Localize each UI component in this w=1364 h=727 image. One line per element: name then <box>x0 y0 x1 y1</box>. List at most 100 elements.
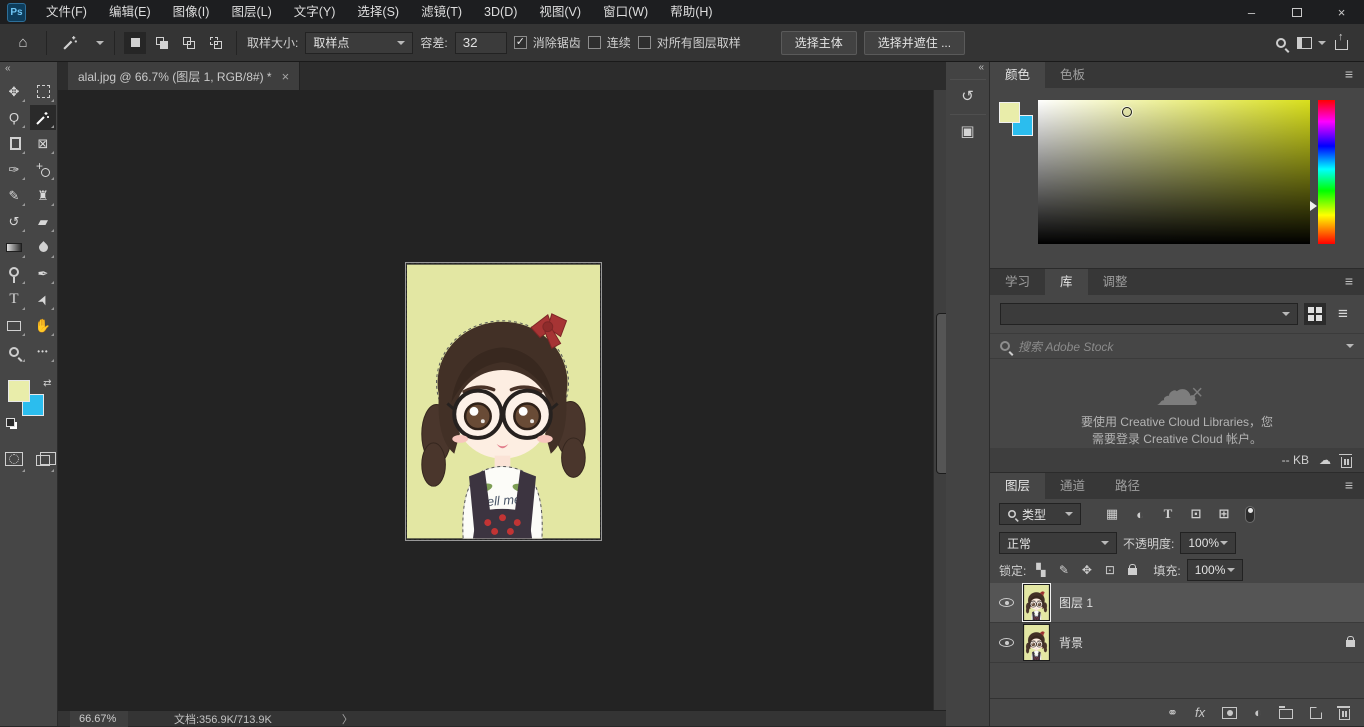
tab-swatches[interactable]: 色板 <box>1045 62 1100 88</box>
home-button[interactable]: ⌂ <box>10 30 36 56</box>
status-chevron-icon[interactable]: 〉 <box>342 711 353 727</box>
tab-layers[interactable]: 图层 <box>990 473 1045 499</box>
dock-collapse-button[interactable]: « <box>946 62 989 77</box>
list-view-button[interactable]: ≡ <box>1332 303 1354 325</box>
visibility-eye-icon[interactable] <box>999 598 1014 607</box>
menu-filter[interactable]: 滤镜(T) <box>410 0 473 24</box>
tool-preset-magic-wand-icon[interactable] <box>57 30 83 56</box>
layer-name[interactable]: 图层 1 <box>1059 594 1093 611</box>
tab-color[interactable]: 颜色 <box>990 62 1045 88</box>
layer-thumbnail[interactable] <box>1023 584 1050 621</box>
workspace-switcher[interactable] <box>1294 30 1328 56</box>
trash-icon[interactable] <box>1341 457 1352 468</box>
tool-eraser[interactable]: ▰ <box>30 209 56 234</box>
select-subject-button[interactable]: 选择主体 <box>781 31 857 55</box>
selection-mode-subtract[interactable] <box>181 35 197 51</box>
tab-close-icon[interactable]: × <box>282 69 290 84</box>
filter-type-layers-icon[interactable]: T <box>1157 504 1179 524</box>
minimize-button[interactable]: – <box>1229 0 1274 24</box>
tolerance-input[interactable] <box>455 32 507 54</box>
sample-size-select[interactable]: 取样点 <box>305 32 413 54</box>
tool-move[interactable]: ✥ <box>1 79 27 104</box>
layer-row-background[interactable]: 背景 <box>990 623 1364 663</box>
menu-select[interactable]: 选择(S) <box>346 0 410 24</box>
tab-learn[interactable]: 学习 <box>990 269 1045 295</box>
new-layer-icon[interactable] <box>1310 707 1322 719</box>
menu-window[interactable]: 窗口(W) <box>592 0 659 24</box>
tools-collapse-header[interactable]: « <box>0 62 57 77</box>
layer-name[interactable]: 背景 <box>1059 634 1083 651</box>
menu-edit[interactable]: 编辑(E) <box>98 0 162 24</box>
lock-transparency-icon[interactable]: ▚ <box>1032 563 1049 577</box>
panel-menu-icon[interactable]: ≡ <box>1334 62 1364 88</box>
tab-channels[interactable]: 通道 <box>1045 473 1100 499</box>
grid-view-button[interactable] <box>1304 303 1326 325</box>
fill-field[interactable]: 100% <box>1187 559 1243 581</box>
search-button[interactable] <box>1268 30 1294 56</box>
selection-mode-new[interactable] <box>127 35 143 51</box>
tool-frame[interactable]: ⊠ <box>30 131 56 156</box>
anti-alias-checkbox[interactable]: 消除锯齿 <box>514 34 581 51</box>
filter-type-select[interactable]: 类型 <box>999 503 1081 525</box>
menu-image[interactable]: 图像(I) <box>162 0 221 24</box>
selection-mode-intersect[interactable] <box>208 35 224 51</box>
new-group-icon[interactable] <box>1279 709 1293 719</box>
lock-pixels-icon[interactable]: ✎ <box>1055 563 1072 577</box>
contiguous-checkbox[interactable]: 连续 <box>588 34 631 51</box>
link-layers-icon[interactable]: ⚭ <box>1167 705 1178 721</box>
tab-adjustments[interactable]: 调整 <box>1088 269 1143 295</box>
menu-help[interactable]: 帮助(H) <box>659 0 723 24</box>
history-panel-button[interactable]: ↺ <box>950 79 986 112</box>
menu-layer[interactable]: 图层(L) <box>220 0 282 24</box>
tool-rectangle-shape[interactable] <box>1 313 27 338</box>
stock-search-bar[interactable]: 搜索 Adobe Stock <box>990 333 1364 359</box>
cloud-sync-icon[interactable]: ☁ <box>1319 453 1331 467</box>
tool-clone-stamp[interactable]: ♜ <box>30 183 56 208</box>
visibility-eye-icon[interactable] <box>999 638 1014 647</box>
close-button[interactable]: × <box>1319 0 1364 24</box>
layer-row-1[interactable]: 图层 1 <box>990 583 1364 623</box>
color-cursor-ring[interactable] <box>1122 107 1132 117</box>
library-select[interactable] <box>1000 303 1298 325</box>
layer-thumbnail[interactable] <box>1023 624 1050 661</box>
foreground-color-swatch[interactable] <box>8 380 30 402</box>
select-and-mask-button[interactable]: 选择并遮住 ... <box>864 31 965 55</box>
tool-brush[interactable]: ✎ <box>1 183 27 208</box>
tool-pen[interactable]: ✒ <box>30 261 56 286</box>
sample-all-layers-checkbox[interactable]: 对所有图层取样 <box>638 34 741 51</box>
lock-artboard-icon[interactable]: ⊡ <box>1101 563 1118 577</box>
tool-magic-wand[interactable] <box>30 105 56 130</box>
quick-mask-button[interactable] <box>1 444 27 474</box>
tab-libraries[interactable]: 库 <box>1045 269 1088 295</box>
chevron-down-icon[interactable] <box>96 41 104 49</box>
tool-zoom[interactable] <box>1 339 27 364</box>
tool-gradient[interactable] <box>1 235 27 260</box>
tool-hand[interactable]: ✋ <box>30 313 56 338</box>
panel-menu-icon[interactable]: ≡ <box>1334 269 1364 295</box>
tool-dodge[interactable] <box>1 261 27 286</box>
tool-path-selection[interactable]: ➤ <box>30 287 56 312</box>
filter-smart-objects-icon[interactable]: ⊞ <box>1213 504 1235 524</box>
delete-layer-icon[interactable] <box>1339 709 1350 720</box>
hue-slider[interactable] <box>1318 100 1335 244</box>
blend-mode-select[interactable]: 正常 <box>999 532 1117 554</box>
restore-button[interactable] <box>1274 0 1319 24</box>
layer-filter-toggle[interactable] <box>1245 506 1255 523</box>
tab-paths[interactable]: 路径 <box>1100 473 1155 499</box>
share-button[interactable] <box>1328 30 1354 56</box>
color-field[interactable] <box>1038 100 1310 244</box>
filter-pixel-layers-icon[interactable]: ▦ <box>1101 504 1123 524</box>
add-layer-mask-icon[interactable] <box>1222 707 1237 719</box>
selection-mode-add[interactable] <box>154 35 170 51</box>
lock-position-icon[interactable]: ✥ <box>1078 563 1095 577</box>
tool-blur[interactable] <box>30 235 56 260</box>
background-lock-icon[interactable] <box>1346 635 1355 650</box>
foreground-color-swatch[interactable] <box>999 102 1020 123</box>
menu-type[interactable]: 文字(Y) <box>283 0 347 24</box>
tool-history-brush[interactable]: ↺ <box>1 209 27 234</box>
tool-red-eye[interactable] <box>30 157 56 182</box>
filter-shape-layers-icon[interactable]: ⊡ <box>1185 504 1207 524</box>
menu-file[interactable]: 文件(F) <box>35 0 98 24</box>
lock-all-icon[interactable] <box>1124 563 1141 578</box>
tool-more-ellipsis[interactable]: ••• <box>30 339 56 364</box>
